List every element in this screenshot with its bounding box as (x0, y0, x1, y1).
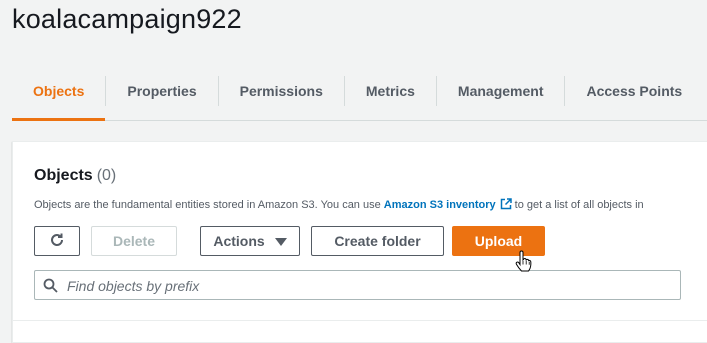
description-text-after: to get a list of all objects in (514, 199, 644, 211)
tab-management[interactable]: Management (437, 62, 565, 120)
tab-properties[interactable]: Properties (106, 62, 217, 120)
search-box (34, 270, 681, 301)
tab-access-points[interactable]: Access Points (565, 62, 703, 120)
refresh-button[interactable] (34, 226, 80, 256)
refresh-icon (49, 232, 65, 251)
search-input[interactable] (65, 271, 669, 301)
search-icon (43, 278, 58, 298)
delete-button[interactable]: Delete (91, 226, 177, 256)
description-text: Objects are the fundamental entities sto… (34, 199, 381, 211)
objects-heading-title: Objects (34, 167, 93, 184)
objects-heading: Objects (0) (34, 167, 116, 185)
objects-count: (0) (96, 167, 117, 184)
actions-label: Actions (213, 233, 265, 249)
hand-pointer-cursor-icon (515, 250, 533, 279)
caret-down-icon (274, 233, 287, 249)
create-folder-button[interactable]: Create folder (311, 226, 444, 256)
panel-divider (13, 320, 707, 321)
bucket-tabs: Objects Properties Permissions Metrics M… (12, 62, 707, 121)
objects-panel: Objects (0) Objects are the fundamental e… (12, 141, 707, 343)
bucket-title: koalacampaign922 (12, 4, 242, 34)
tab-objects[interactable]: Objects (12, 62, 106, 121)
inventory-link[interactable]: Amazon S3 inventory (384, 199, 496, 211)
external-link-icon[interactable] (500, 198, 512, 213)
actions-dropdown[interactable]: Actions (200, 226, 300, 256)
tab-permissions[interactable]: Permissions (219, 62, 344, 120)
objects-description: Objects are the fundamental entities sto… (34, 198, 644, 213)
tab-metrics[interactable]: Metrics (345, 62, 436, 120)
